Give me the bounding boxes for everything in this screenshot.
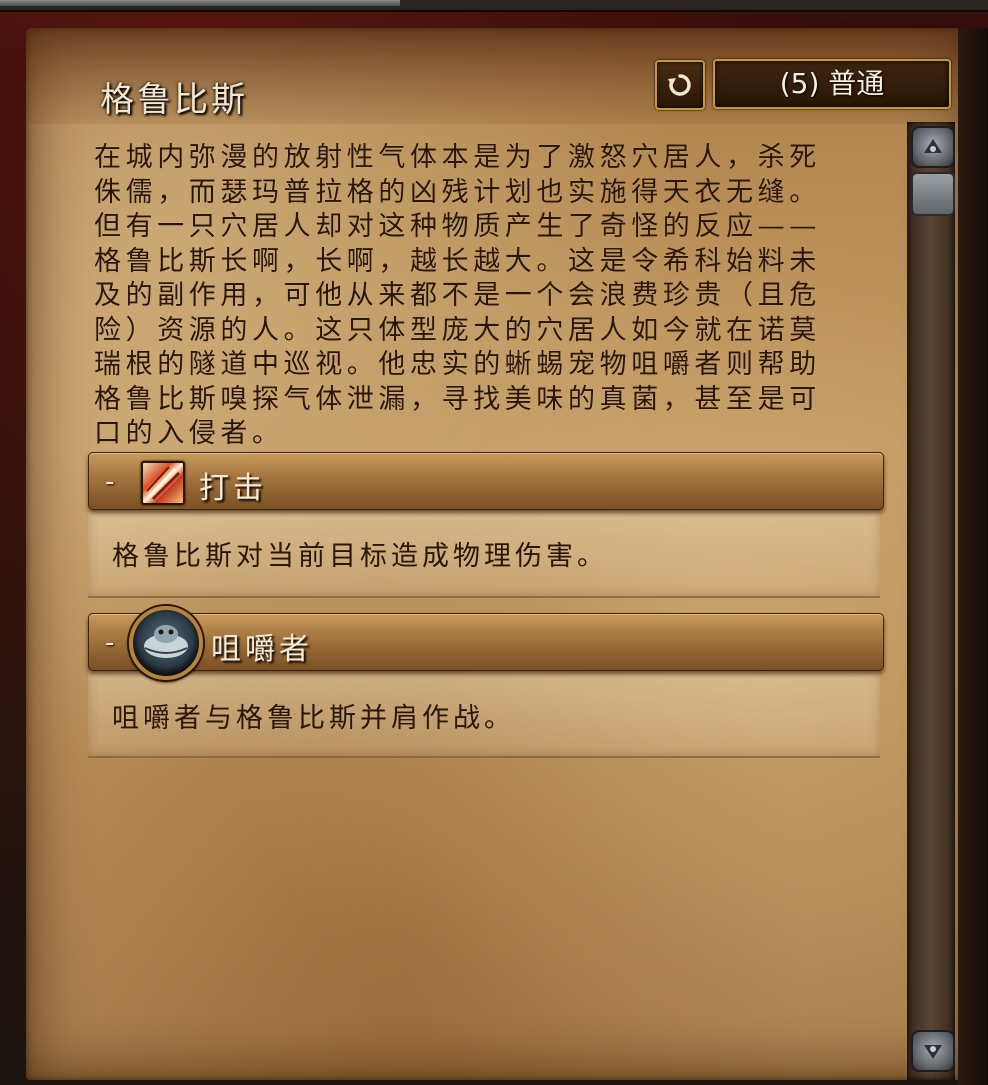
description-line: 险）资源的人。这只体型庞大的穴居人如今就在诺莫 (94, 314, 821, 346)
ability-text: 格鲁比斯对当前目标造成物理伤害。 (112, 541, 608, 572)
collapse-toggle[interactable]: - (105, 628, 114, 658)
description-line: 格鲁比斯嗅探气体泄漏，寻找美味的真菌，甚至是可 (94, 383, 821, 415)
description-line: 口的入侵者。 (94, 418, 284, 449)
scroll-down-button[interactable] (911, 1030, 955, 1072)
encounter-title: 格鲁比斯 (100, 80, 248, 120)
pet-portrait-icon (129, 606, 203, 680)
description-line: 在城内弥漫的放射性气体本是为了激怒穴居人，杀死 (94, 142, 821, 173)
description-line: 侏儒，而瑟玛普拉格的凶残计划也实施得天衣无缝。 (94, 176, 821, 208)
encounter-description: 在城内弥漫的放射性气体本是为了激怒穴居人，杀死 侏儒，而瑟玛普拉格的凶残计划也实… (94, 141, 874, 452)
ability-text: 咀嚼者与格鲁比斯并肩作战。 (112, 703, 515, 734)
description-line: 瑞根的隧道中巡视。他忠实的蜥蜴宠物咀嚼者则帮助 (94, 349, 821, 380)
scroll-up-icon (924, 139, 942, 153)
ability-body-strike: 格鲁比斯对当前目标造成物理伤害。 (88, 508, 880, 598)
ability-title: 打击 (199, 471, 267, 506)
ability-body-chomper: 咀嚼者与格鲁比斯并肩作战。 (88, 668, 880, 758)
scroll-up-button[interactable] (911, 126, 955, 168)
collapse-toggle[interactable]: - (105, 467, 114, 497)
description-line: 但有一只穴居人却对这种物质产生了奇怪的反应—— (94, 211, 821, 242)
scrollbar-thumb[interactable] (911, 172, 955, 216)
ability-header-strike[interactable]: - 打击 (88, 452, 884, 510)
description-line: 及的副作用，可他从来都不是一个会浪费珍贵（且危 (94, 280, 821, 311)
difficulty-dropdown[interactable]: (5) 普通 (713, 59, 951, 109)
lizard-face-icon (144, 625, 188, 658)
scroll-down-icon (924, 1045, 942, 1059)
rotate-arrow-icon (668, 74, 691, 96)
ability-title: 咀嚼者 (211, 632, 313, 667)
description-line: 格鲁比斯长啊，长啊，越长越大。这是令希科始料未 (94, 245, 821, 277)
window-top-bar (0, 0, 988, 12)
reset-button[interactable] (655, 60, 705, 110)
frame-right-edge (958, 28, 988, 1085)
ability-header-chomper[interactable]: - 咀嚼者 (88, 606, 884, 680)
scrollbar-track[interactable] (907, 122, 955, 1080)
strike-icon (141, 461, 185, 505)
strike-slash-icon (146, 466, 181, 501)
